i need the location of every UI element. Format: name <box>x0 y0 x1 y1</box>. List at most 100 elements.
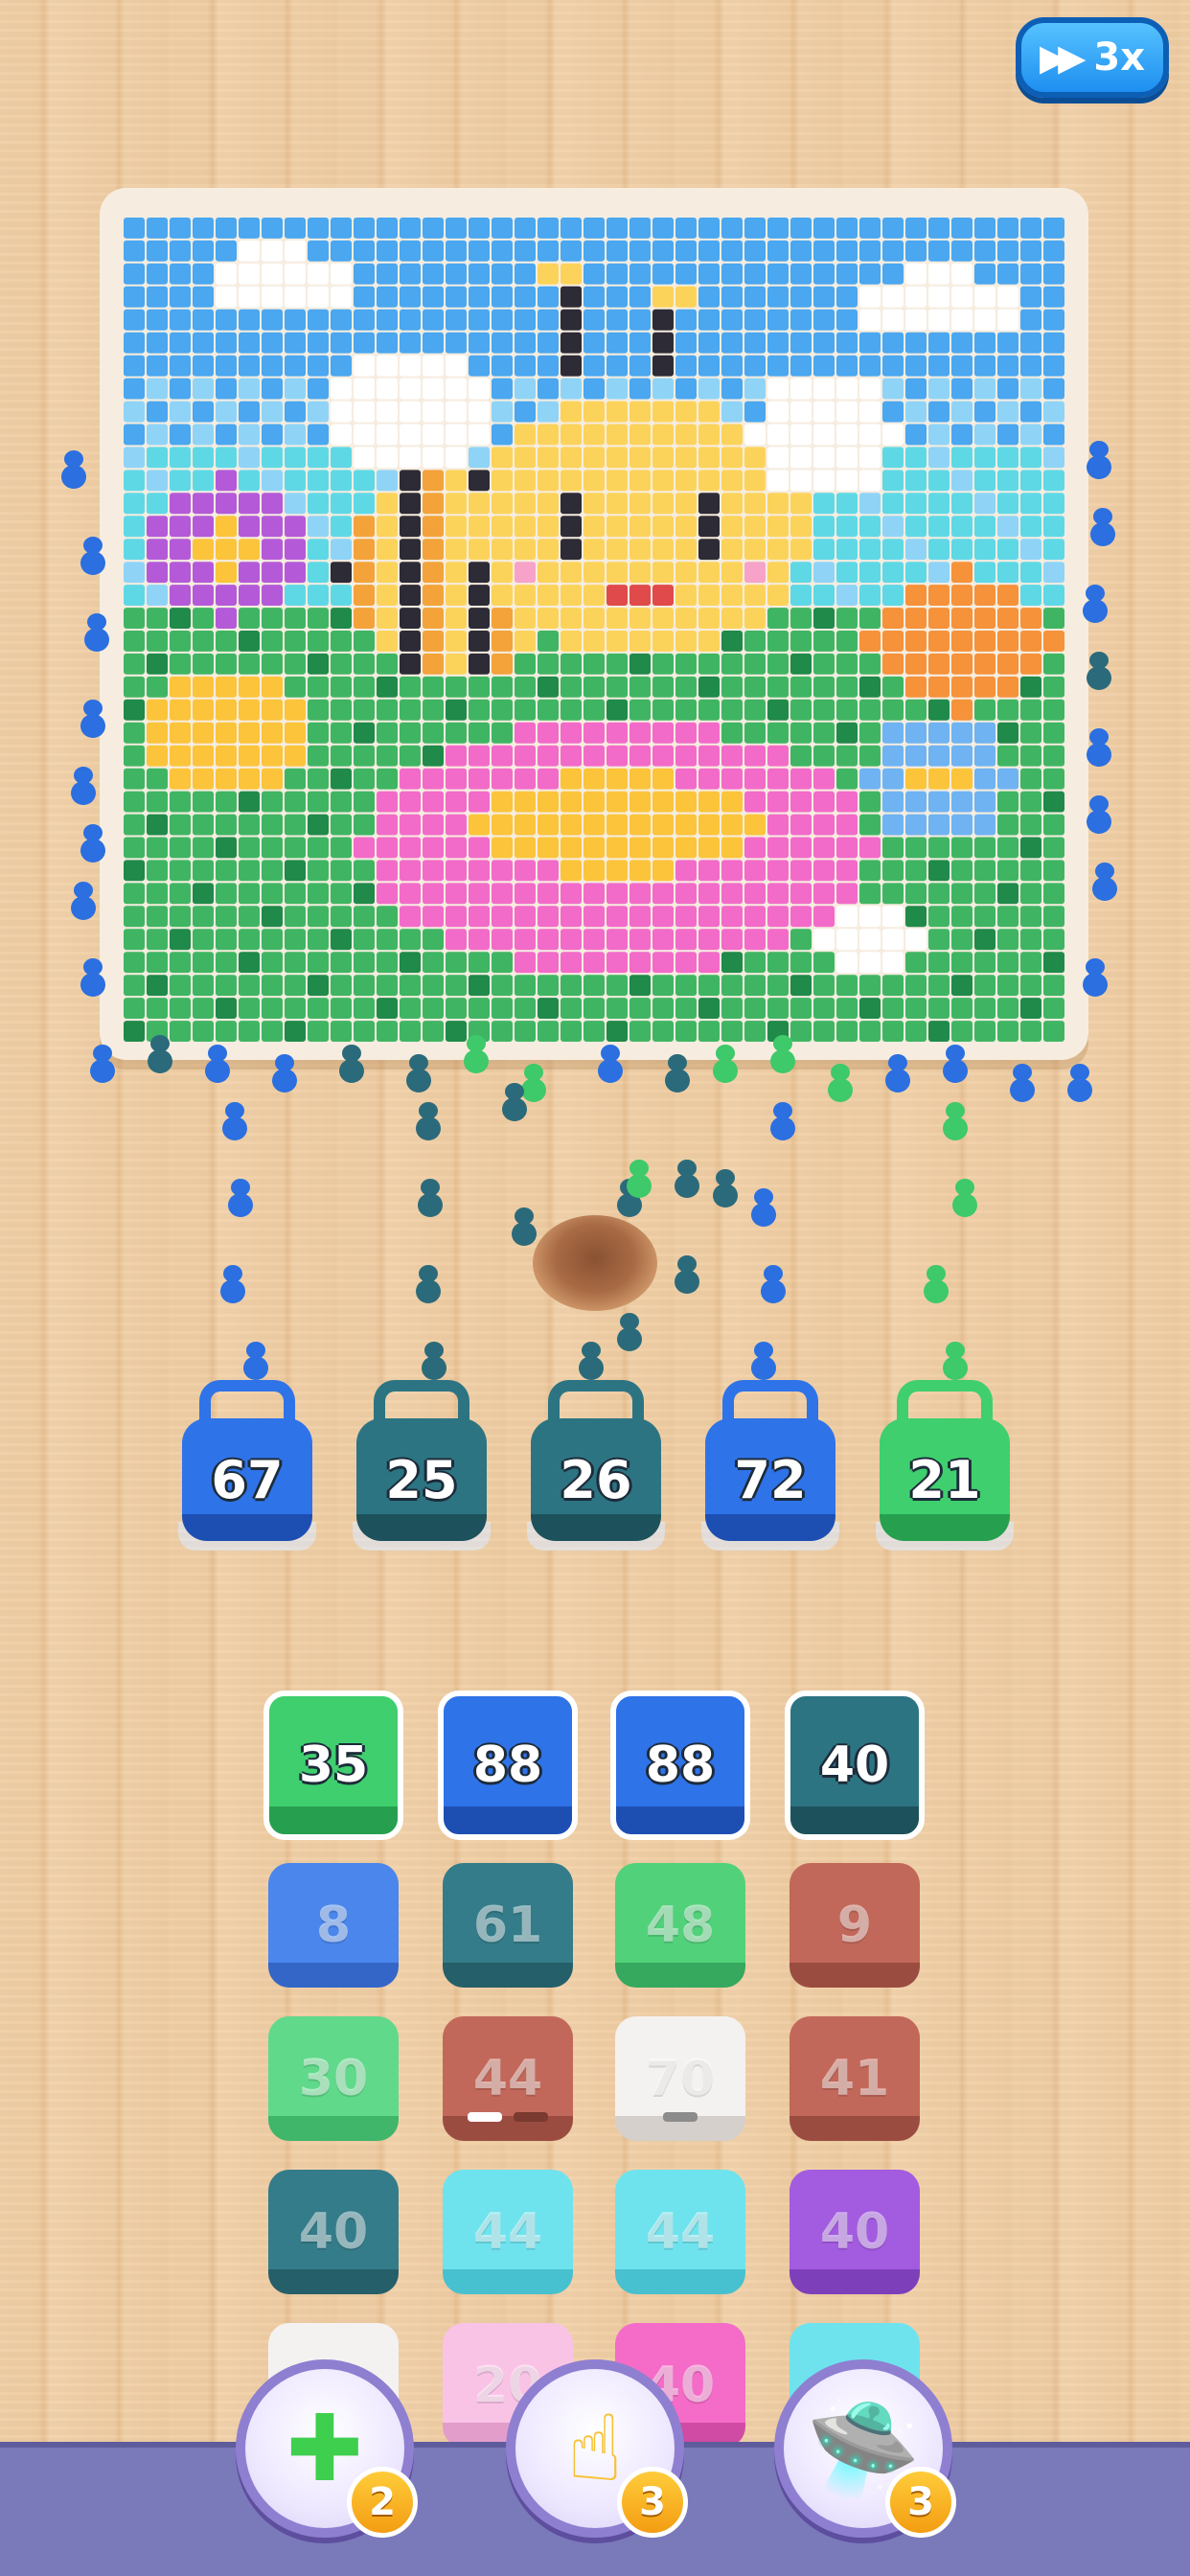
locked-tile: 61 <box>443 1863 573 1988</box>
tile-value: 44 <box>645 2203 716 2261</box>
ant <box>1079 585 1111 623</box>
ant <box>77 700 109 738</box>
ant <box>709 1169 742 1208</box>
booster-count-badge: 3 <box>885 2467 956 2538</box>
hand-booster[interactable]: ☝ 3 <box>506 2359 688 2538</box>
locked-tile: 40 <box>790 2170 920 2294</box>
ant <box>67 882 100 920</box>
ant <box>268 1054 301 1092</box>
ant <box>949 1179 981 1217</box>
ant <box>414 1179 446 1217</box>
collector-jar: 67 <box>178 1380 316 1552</box>
speed-label: 3x <box>1093 35 1146 80</box>
tile-value: 40 <box>819 1736 890 1794</box>
locked-tile: 44 <box>443 2016 573 2141</box>
tile-value: 88 <box>472 1736 543 1794</box>
ufo-booster[interactable]: 🛸 3 <box>774 2359 956 2538</box>
ant <box>767 1035 799 1073</box>
ant <box>671 1255 703 1294</box>
ant <box>418 1342 450 1380</box>
ant <box>77 958 109 997</box>
tile-progress-segment <box>663 2112 698 2122</box>
collector-jar: 72 <box>701 1380 839 1552</box>
ant <box>86 1045 119 1083</box>
ant <box>335 1045 368 1083</box>
ant <box>671 1160 703 1198</box>
ant <box>1083 652 1115 690</box>
number-tile[interactable]: 88 <box>610 1690 750 1840</box>
ant <box>1083 728 1115 767</box>
jar-count: 72 <box>705 1418 835 1541</box>
collector-jar: 25 <box>353 1380 491 1552</box>
number-tile[interactable]: 40 <box>785 1690 925 1840</box>
collector-jar: 26 <box>527 1380 665 1552</box>
locked-tile: 44 <box>443 2170 573 2294</box>
ant <box>1088 862 1121 901</box>
jar-count: 67 <box>182 1418 312 1541</box>
ant <box>920 1265 952 1303</box>
tile-value: 30 <box>298 2050 369 2107</box>
ant <box>1079 958 1111 997</box>
ant <box>57 450 90 489</box>
tile-value: 40 <box>298 2203 369 2261</box>
ant <box>1083 441 1115 479</box>
tile-value: 88 <box>645 1736 716 1794</box>
locked-tile: 30 <box>268 2016 399 2141</box>
booster-count-badge: 2 <box>347 2467 418 2538</box>
tile-value: 44 <box>472 2050 543 2107</box>
ant <box>881 1054 914 1092</box>
ant <box>402 1054 435 1092</box>
ant <box>575 1342 607 1380</box>
ant <box>767 1102 799 1140</box>
ant-hole <box>533 1215 657 1311</box>
ant <box>412 1265 445 1303</box>
pixel-grid <box>124 218 1064 1042</box>
tile-value: 8 <box>315 1897 352 1954</box>
locked-tile: 9 <box>790 1863 920 1988</box>
ant <box>508 1208 540 1246</box>
ant <box>77 824 109 862</box>
tile-progress-bars <box>466 2112 550 2122</box>
tile-value: 48 <box>645 1897 716 1954</box>
add-slot-booster[interactable]: ✚ 2 <box>236 2359 418 2538</box>
ant <box>747 1342 780 1380</box>
ant <box>201 1045 234 1083</box>
tile-value: 44 <box>472 2203 543 2261</box>
speed-button[interactable]: ▶▶ 3x <box>1016 17 1169 98</box>
locked-tile: 48 <box>615 1863 745 1988</box>
ant <box>80 613 113 652</box>
tile-progress-bars <box>638 2112 722 2122</box>
ant <box>412 1102 445 1140</box>
locked-tile: 40 <box>268 2170 399 2294</box>
ant <box>757 1265 790 1303</box>
jar-count: 26 <box>531 1418 661 1541</box>
tile-value: 9 <box>836 1897 873 1954</box>
jar-count: 25 <box>356 1418 487 1541</box>
ant <box>623 1160 655 1198</box>
number-tile[interactable]: 35 <box>263 1690 403 1840</box>
ant <box>939 1342 972 1380</box>
ant <box>498 1083 531 1121</box>
ant <box>939 1102 972 1140</box>
number-tile[interactable]: 88 <box>438 1690 578 1840</box>
ant <box>240 1342 272 1380</box>
ant <box>747 1188 780 1227</box>
ant <box>224 1179 257 1217</box>
tile-progress-segment <box>468 2112 502 2122</box>
ant <box>1064 1064 1096 1102</box>
pixel-picture <box>123 217 1065 1043</box>
tile-value: 35 <box>298 1736 369 1794</box>
ant <box>1006 1064 1039 1102</box>
ant <box>824 1064 857 1102</box>
fast-forward-icon: ▶▶ <box>1039 36 1087 79</box>
ant <box>77 537 109 575</box>
ant <box>460 1035 492 1073</box>
locked-tile: 41 <box>790 2016 920 2141</box>
ant <box>1083 795 1115 834</box>
ant <box>613 1313 646 1351</box>
ant <box>1087 508 1119 546</box>
tile-value: 40 <box>819 2203 890 2261</box>
tile-value: 61 <box>472 1897 543 1954</box>
ant <box>709 1045 742 1083</box>
locked-tile: 70 <box>615 2016 745 2141</box>
